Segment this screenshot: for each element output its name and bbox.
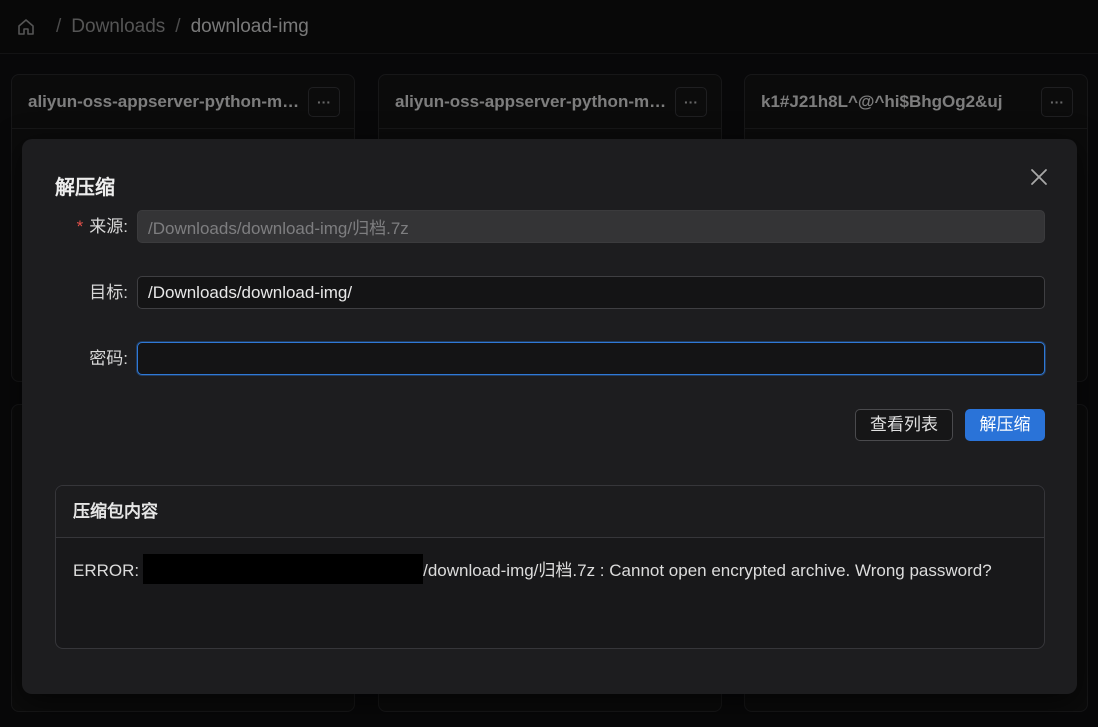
archive-content-panel: 压缩包内容 ERROR: /download-img/归档.7z : Cannot…: [55, 485, 1045, 649]
error-message: ERROR: /download-img/归档.7z : Cannot open …: [56, 538, 1044, 586]
target-label: 目标:: [89, 276, 128, 310]
error-text: /download-img/归档.7z : Cannot open encryp…: [423, 561, 992, 580]
password-row: 密码:: [22, 342, 1077, 376]
archive-content-title: 压缩包内容: [56, 486, 1044, 538]
target-row: 目标:: [22, 276, 1077, 310]
password-label: 密码:: [89, 342, 128, 376]
label-colon: :: [123, 349, 128, 368]
password-label-text: 密码: [89, 349, 124, 368]
extract-dialog: 解压缩 *来源: 目标: 密码: 查看列表 解压缩 压缩包内容 ERROR:/: [22, 139, 1077, 694]
extract-button[interactable]: 解压缩: [965, 409, 1045, 441]
source-row: * 来源:: [22, 210, 1077, 244]
dialog-title: 解压缩: [55, 177, 115, 199]
label-colon: :: [123, 283, 128, 302]
target-label-text: 目标: [89, 283, 124, 302]
page: / Downloads / download-img aliyun-oss-ap…: [0, 0, 1098, 727]
source-input: [137, 210, 1045, 243]
source-label: * 来源:: [77, 210, 128, 244]
source-label-text: 来源: [89, 217, 124, 236]
password-input[interactable]: [137, 342, 1045, 375]
label-colon: :: [123, 217, 128, 236]
required-mark: *: [76, 217, 84, 236]
error-prefix: ERROR:: [73, 561, 140, 580]
redacted-block: [143, 554, 424, 584]
view-list-button[interactable]: 查看列表: [855, 409, 953, 441]
close-icon[interactable]: [1029, 167, 1049, 187]
target-input[interactable]: [137, 276, 1045, 309]
